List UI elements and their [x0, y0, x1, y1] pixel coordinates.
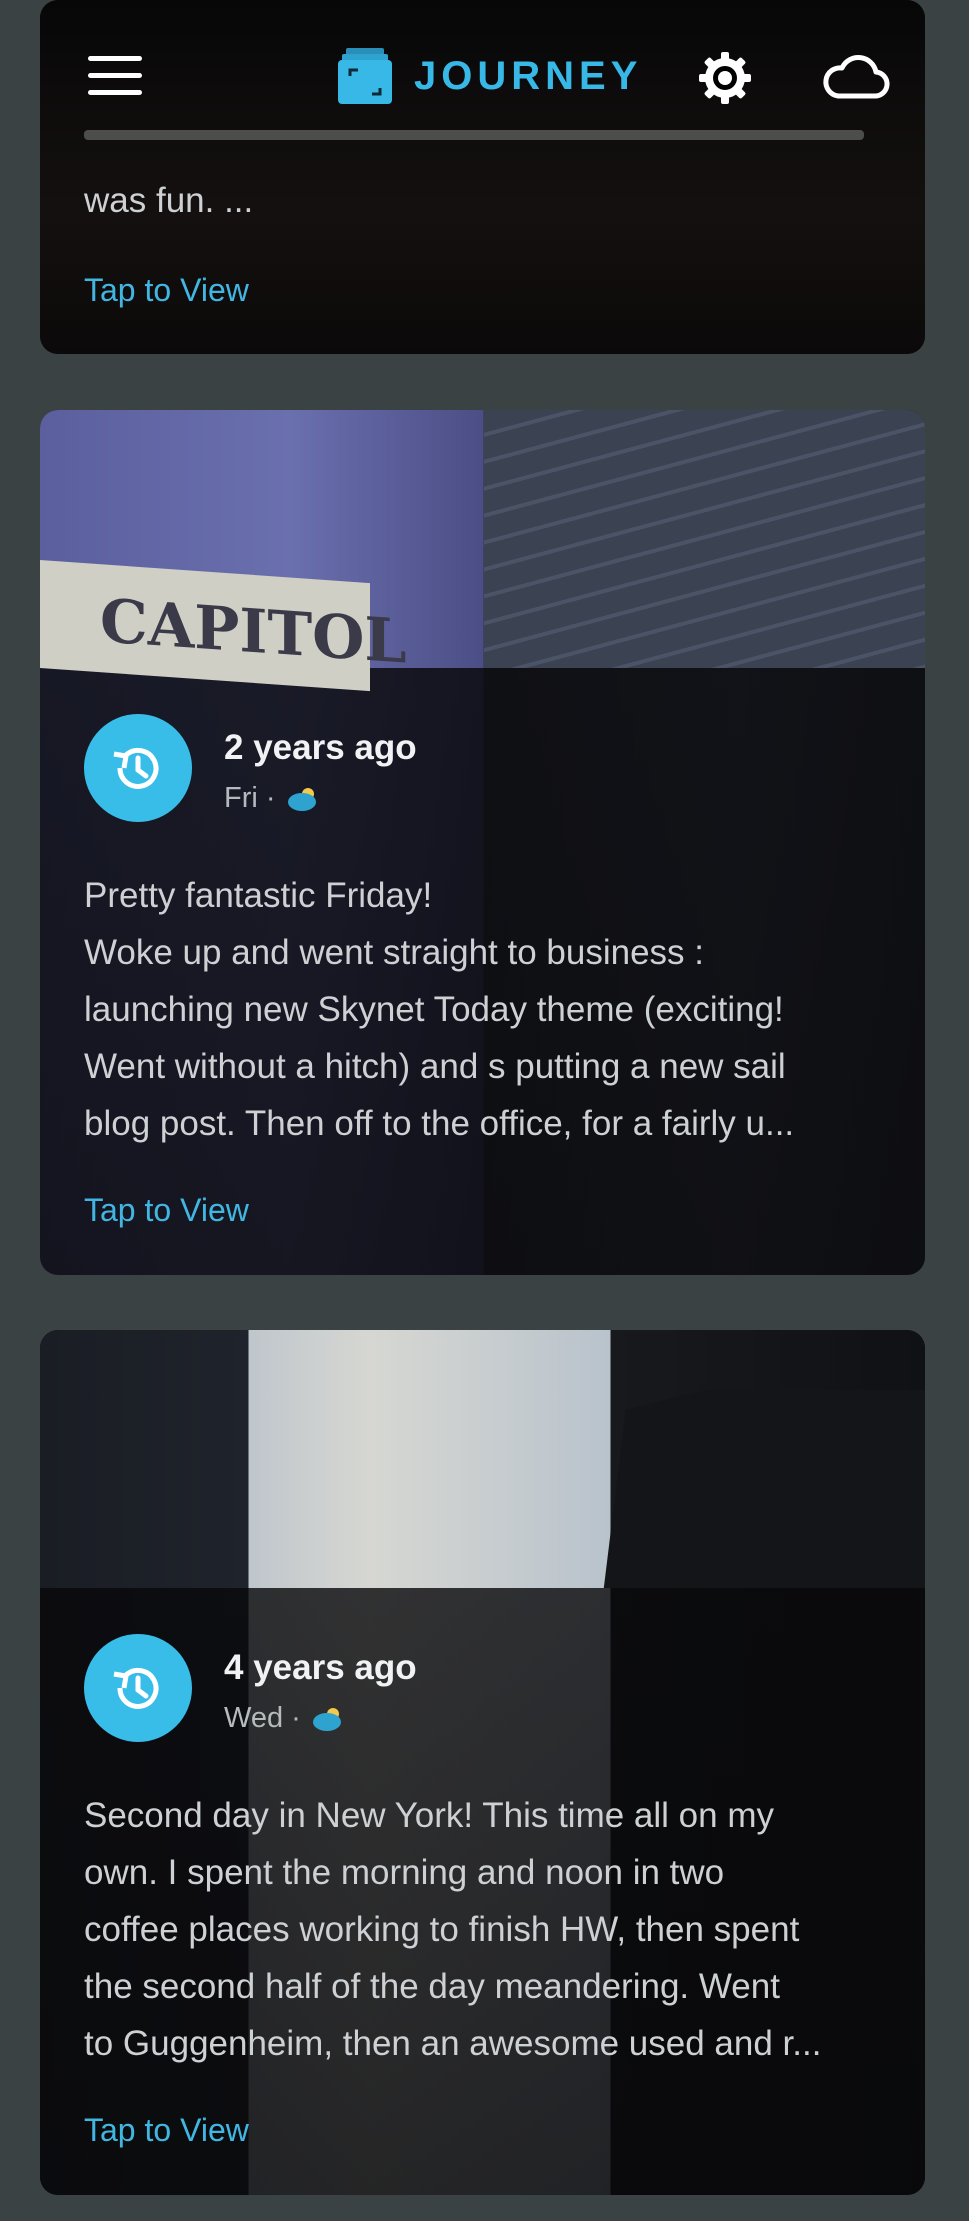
tap-to-view-link[interactable]: Tap to View — [84, 272, 249, 309]
entry-text: was fun. ... — [84, 181, 254, 220]
app-logo: JOURNEY — [338, 48, 642, 104]
hamburger-icon[interactable] — [88, 56, 142, 96]
photo-ceiling — [484, 410, 925, 668]
entry-text: Pretty fantastic Friday! Woke up and wen… — [84, 867, 884, 1152]
entry-weekday: Fri — [224, 782, 258, 814]
meta-separator: · — [265, 782, 276, 814]
cloud-icon[interactable] — [820, 52, 890, 102]
journey-logo-icon — [338, 48, 392, 104]
tap-to-view-link[interactable]: Tap to View — [84, 2112, 249, 2149]
entry-text-line: coffee places working to finish HW, then… — [84, 1910, 800, 1949]
entry-text-line: Went without a hitch) and s putting a ne… — [84, 1047, 786, 1086]
entry-text: Second day in New York! This time all on… — [84, 1787, 884, 2072]
partly-cloudy-icon — [312, 1707, 341, 1731]
entry-card[interactable]: 4 years ago Wed · Second day in New York… — [40, 1330, 925, 2195]
photo-sign: CAPITOL — [40, 560, 407, 692]
entry-meta: Fri · — [224, 782, 324, 815]
entry-text-line: Woke up and went straight to business : — [84, 933, 704, 972]
entry-text-line: blog post. Then off to the office, for a… — [84, 1104, 795, 1143]
entry-meta: Wed · — [224, 1702, 349, 1735]
history-icon — [113, 747, 159, 789]
entry-card[interactable]: CAPITOL 2 years ago Fri · Pretty fantast… — [40, 410, 925, 1275]
app-title: JOURNEY — [414, 53, 643, 98]
history-badge — [84, 714, 192, 822]
entry-text-line: to Guggenheim, then an awesome used and … — [84, 2024, 822, 2063]
entry-text-line: Second day in New York! This time all on… — [84, 1796, 774, 1835]
top-bar: JOURNEY — [0, 0, 969, 150]
entry-time-ago: 2 years ago — [224, 728, 417, 767]
meta-separator: · — [291, 1702, 301, 1734]
entry-text-line: Pretty fantastic Friday! — [84, 876, 433, 915]
entry-weekday: Wed — [224, 1702, 284, 1734]
history-icon — [113, 1667, 159, 1709]
gear-icon[interactable] — [697, 50, 753, 106]
entry-text-line: the second half of the day meandering. W… — [84, 1967, 780, 2006]
entry-time-ago: 4 years ago — [224, 1648, 417, 1687]
partly-cloudy-icon — [287, 787, 316, 811]
entry-text-line: launching new Skynet Today theme (exciti… — [84, 990, 784, 1029]
tap-to-view-link[interactable]: Tap to View — [84, 1192, 249, 1229]
history-badge — [84, 1634, 192, 1742]
entry-text-line: own. I spent the morning and noon in two — [84, 1853, 725, 1892]
